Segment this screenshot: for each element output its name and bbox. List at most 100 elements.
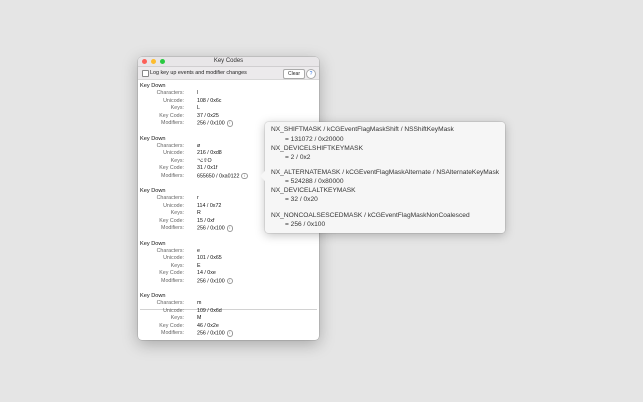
characters-row: Characters: l (140, 90, 317, 97)
characters-label: Characters: (156, 142, 184, 149)
characters-label: Characters: (156, 195, 184, 201)
key-code-label: Key Code: (159, 270, 184, 276)
modifiers-value-wrap: 655650 / 0xa0122 i (197, 172, 248, 181)
keys-value: M (197, 315, 202, 321)
info-icon[interactable]: i (241, 172, 248, 179)
modifiers-label: Modifiers: (161, 330, 184, 336)
key-code-label: Key Code: (159, 165, 184, 171)
flag-value: = 131072 / 0x20000 (285, 135, 344, 143)
popover-arrow (260, 171, 265, 181)
characters-value: m (197, 300, 202, 306)
unicode-value: 114 / 0x72 (197, 202, 222, 209)
key-code-value: 31 / 0x1f (197, 165, 218, 171)
info-icon[interactable]: i (226, 225, 234, 232)
modifiers-label: Modifiers: (161, 120, 184, 126)
event-title: Key Down (140, 240, 166, 247)
keys-value: E (197, 262, 201, 269)
unicode-row: Unicode: 109 / 0x6d (140, 308, 317, 315)
unicode-value: 108 / 0x6c (197, 97, 222, 104)
unicode-row: Unicode: 108 / 0x6c (140, 98, 317, 105)
characters-value: l (197, 90, 199, 96)
key-code-label: Key Code: (159, 322, 184, 329)
window-title: Key Codes (213, 58, 244, 64)
keys-label: Keys: (170, 157, 184, 164)
unicode-value: 101 / 0x65 (197, 255, 222, 261)
event-title: Key Down (140, 293, 166, 299)
modifiers-value: 256 / 0x100 (197, 120, 225, 127)
modifiers-value: 256 / 0x100 (197, 330, 225, 337)
modifiers-value: 256 / 0x100 (197, 225, 225, 232)
characters-row: Characters: m (140, 300, 317, 307)
unicode-value: 216 / 0xd8 (197, 150, 222, 156)
key-event: Key Down Characters: m Unicode: 109 / 0x… (140, 289, 317, 337)
keys-row: Keys: M (140, 315, 317, 322)
flag-name: NX_ALTERNATEMASK / kCGEventFlagMaskAlter… (271, 169, 500, 176)
flag-name: NX_NONCOALSESCEDMASK / kCGEventFlagMaskN… (271, 212, 470, 219)
unicode-label: Unicode: (163, 307, 184, 314)
key-code-value: 14 / 0xe (197, 270, 216, 276)
keys-label: Keys: (170, 315, 184, 321)
key-code-value: 46 / 0x2e (197, 322, 219, 329)
key-event: Key Down Characters: l Unicode: 108 / 0x… (140, 79, 317, 127)
modifiers-value-wrap: 256 / 0x100 i (197, 330, 234, 338)
key-code-value: 15 / 0xf (197, 217, 215, 224)
unicode-label: Unicode: (163, 97, 184, 104)
characters-label: Characters: (156, 247, 184, 254)
flag-value: = 32 / 0x20 (285, 196, 318, 203)
modifier-flags-popover: NX_SHIFTMASK / kCGEventFlagMaskShift / N… (260, 122, 505, 233)
flag-name: NX_DEVICELSHIFTKEYMASK (271, 145, 363, 152)
title-bar: Key Codes (138, 57, 319, 67)
key-code-label: Key Code: (159, 112, 184, 119)
flag-value: = 2 / 0x2 (285, 153, 311, 161)
characters-value: e (197, 247, 200, 254)
keys-value: R (197, 210, 201, 216)
unicode-row: Unicode: 101 / 0x65 (140, 255, 317, 262)
characters-value: r (197, 195, 199, 201)
key-code-row: Key Code: 46 / 0x2e (140, 323, 317, 330)
flag-value: = 524288 / 0x80000 (285, 178, 344, 185)
info-icon[interactable]: i (226, 120, 234, 127)
modifiers-label: Modifiers: (161, 172, 184, 179)
flag-value: = 256 / 0x100 (285, 221, 326, 228)
characters-value: ø (197, 142, 201, 149)
flag-name: NX_DEVICELALTKEYMASK (271, 187, 356, 194)
keys-row: Keys: L (140, 105, 317, 112)
keys-label: Keys: (170, 105, 184, 111)
key-code-value: 37 / 0x25 (197, 112, 219, 119)
help-button[interactable]: ? (306, 69, 316, 79)
characters-row: Characters: e (140, 248, 317, 255)
modifiers-value-wrap: 256 / 0x100 i (197, 277, 234, 286)
flag-name: NX_SHIFTMASK / kCGEventFlagMaskShift / N… (271, 126, 454, 133)
modifiers-row: Modifiers: 256 / 0x100 i (140, 277, 317, 286)
key-code-row: Key Code: 37 / 0x25 (140, 113, 317, 120)
keys-value: ⌥⇧O (197, 157, 212, 164)
unicode-label: Unicode: (163, 202, 184, 209)
event-title: Key Down (140, 83, 166, 89)
modifiers-row: Modifiers: 256 / 0x100 i (140, 330, 317, 337)
info-icon[interactable]: i (226, 277, 234, 284)
keys-label: Keys: (170, 210, 184, 216)
keys-label: Keys: (170, 262, 184, 269)
modifiers-value: 655650 / 0xa0122 (197, 173, 240, 180)
info-icon[interactable]: i (226, 330, 234, 337)
characters-label: Characters: (156, 300, 184, 306)
modifiers-value-wrap: 256 / 0x100 i (197, 120, 234, 128)
unicode-label: Unicode: (163, 255, 184, 261)
log-key-up-checkbox[interactable] (142, 70, 149, 77)
unicode-label: Unicode: (163, 150, 184, 156)
modifiers-value-wrap: 256 / 0x100 i (197, 225, 234, 233)
key-event: Key Down Characters: e Unicode: 101 / 0x… (140, 237, 317, 285)
clear-button[interactable]: Clear (283, 69, 305, 79)
key-code-label: Key Code: (159, 217, 184, 224)
unicode-value: 109 / 0x6d (197, 307, 222, 314)
log-key-up-label[interactable]: Log key up events and modifier changes (150, 70, 247, 76)
modifiers-value: 256 / 0x100 (197, 278, 225, 285)
keys-value: L (197, 105, 200, 111)
characters-label: Characters: (156, 90, 184, 96)
event-title: Key Down (140, 188, 166, 194)
event-title: Key Down (140, 135, 166, 142)
keys-row: Keys: E (140, 263, 317, 270)
key-code-row: Key Code: 14 / 0xe (140, 270, 317, 277)
modifiers-label: Modifiers: (161, 225, 184, 231)
modifiers-label: Modifiers: (161, 277, 184, 284)
